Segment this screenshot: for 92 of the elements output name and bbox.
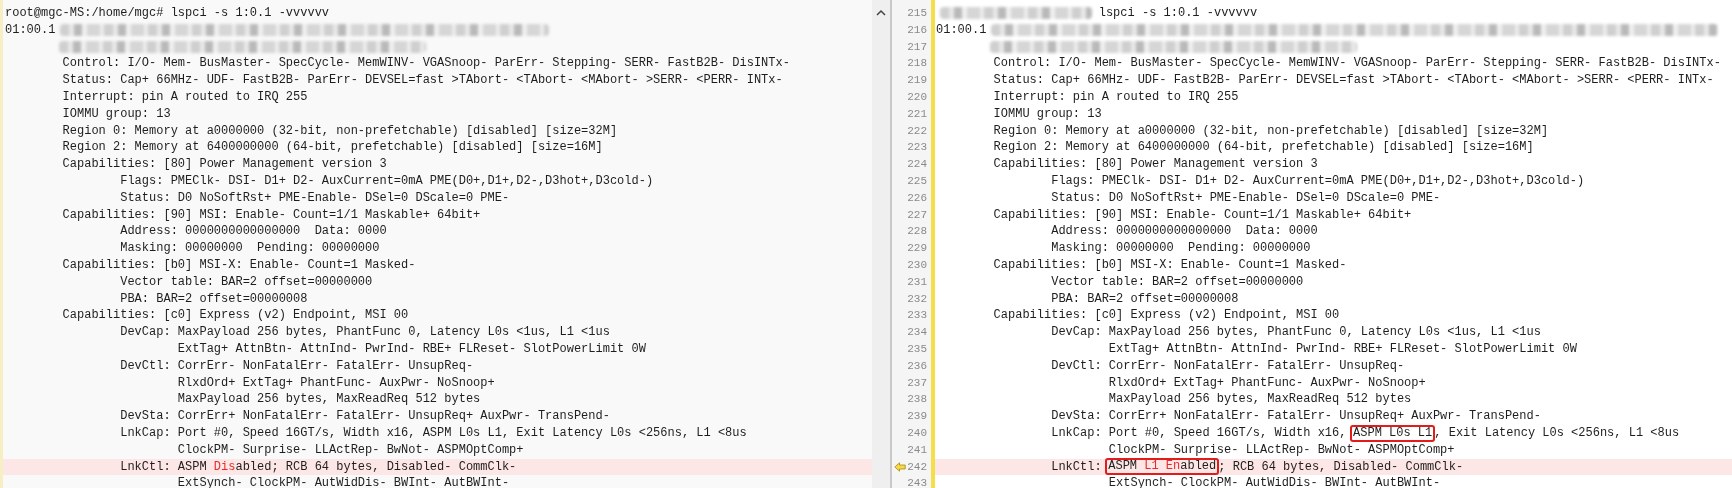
highlight-box: ASPM L1 Enabled <box>1105 458 1220 476</box>
line-number: 233 <box>907 308 927 324</box>
line-number: 232 <box>907 291 927 307</box>
code-line: Status: D0 NoSoftRst+ PME-Enable- DSel=0 DScale=0 PME- <box>1051 189 1441 207</box>
code-line: Capabilities: [b0] MSI-X: Enable- Count=1 Masked- <box>993 256 1347 274</box>
code-line: DevSta: CorrErr+ NonFatalErr- FatalErr- UnsupReq+ AuxPwr- TransPend- <box>1051 408 1541 425</box>
code-text: LnkCap: Port #0, Speed 16GT/s, Width x16, <box>1051 424 1347 442</box>
code-line: Status: Cap+ 66MHz- UDF- FastB2B- ParErr- DEVSEL=fast >TAbort- <TAbort- <MAbort- >SERR- <PERR- INTx- <box>62 72 783 89</box>
code-line: ExtSynch- ClockPM- AutWidDis- BWInt- AutBWInt- <box>177 475 510 488</box>
code-text: 01:00.1 <box>936 21 987 39</box>
code-line: MaxPayload 256 bytes, MaxReadReq 512 bytes <box>177 391 481 409</box>
code-line: Address: 0000000000000000 Data: 0000 <box>120 223 387 241</box>
code-line: DevSta: CorrErr+ NonFatalErr- FatalErr- UnsupReq+ AuxPwr- TransPend- <box>120 408 610 425</box>
line-number: 238 <box>907 392 927 408</box>
line-number: 243 <box>907 476 927 488</box>
code-line: Control: I/O- Mem- BusMaster- SpecCycle- MemWINV- VGASnoop- ParErr- Stepping- SERR- FastB2B- DisINTx- <box>993 55 1721 73</box>
line-number: 227 <box>907 207 927 223</box>
code-line: Masking: 00000000 Pending: 00000000 <box>120 240 380 257</box>
code-line: Status: Cap+ 66MHz- UDF- FastB2B- ParErr- DEVSEL=fast >TAbort- <TAbort- <MAbort- >SERR- <PERR- INTx- <box>993 72 1714 89</box>
line-number: 215 <box>907 6 927 21</box>
line-number: 235 <box>907 341 927 357</box>
line-number: 228 <box>907 224 927 240</box>
code-line: Interrupt: pin A routed to IRQ 255 <box>993 89 1239 106</box>
line-number: 218 <box>907 56 927 72</box>
code-line: Capabilities: [90] MSI: Enable- Count=1/1 Maskable+ 64bit+ <box>62 206 481 224</box>
code-line: Region 0: Memory at a0000000 (32-bit, non-prefetchable) [disabled] [size=32M] <box>62 122 618 140</box>
code-line: IOMMU group: 13 <box>62 105 171 123</box>
code-line: ExtSynch- ClockPM- AutWidDis- BWInt- AutBWInt- <box>1108 475 1441 488</box>
code-text: LnkCtl: <box>1051 458 1102 476</box>
changed-text: Dis <box>213 458 236 476</box>
code-text: LnkCtl: ASPM <box>120 458 207 476</box>
line-number: 230 <box>907 257 927 273</box>
code-line: Region 2: Memory at 6400000000 (64-bit, prefetchable) [disabled] [size=16M] <box>62 139 603 157</box>
line-number: 236 <box>907 358 927 374</box>
code-line: Region 2: Memory at 6400000000 (64-bit, prefetchable) [disabled] [size=16M] <box>993 139 1534 157</box>
code-line: ClockPM- Surprise- LLActRep- BwNot- ASPMOptComp+ <box>177 441 524 459</box>
highlight-box: ASPM L0s L1 <box>1350 424 1436 442</box>
code-line: Vector table: BAR=2 offset=00000000 <box>1051 273 1304 291</box>
line-number: 234 <box>907 325 927 341</box>
code-line: DevCtl: CorrErr- NonFatalErr- FatalErr- UnsupReq- <box>1051 357 1405 375</box>
code-line: Flags: PMEClk- DSI- D1+ D2- AuxCurrent=0mA PME(D0+,D1+,D2-,D3hot+,D3cold-) <box>120 172 654 190</box>
line-number: 222 <box>907 123 927 139</box>
code-line: Capabilities: [80] Power Management version 3 <box>62 156 387 173</box>
line-number: 241 <box>907 442 927 458</box>
code-text: lspci -s 1:0.1 -vvvvvv <box>1098 5 1258 22</box>
line-number: 223 <box>907 140 927 156</box>
code-line: ExtTag+ AttnBtn- AttnInd- PwrInd- RBE+ FLReset- SlotPowerLimit 0W <box>1108 340 1577 358</box>
code-text: abled; RCB 64 bytes, Disabled- CommClk- <box>235 458 517 476</box>
line-number: 231 <box>907 274 927 290</box>
line-number: 226 <box>907 190 927 206</box>
code-line: ExtTag+ AttnBtn- AttnInd- PwrInd- RBE+ FLReset- SlotPowerLimit 0W <box>177 340 646 358</box>
code-line: DevCap: MaxPayload 256 bytes, PhantFunc 0, Latency L0s <1us, L1 <1us <box>120 324 610 341</box>
line-number: 219 <box>907 73 927 89</box>
code-line: MaxPayload 256 bytes, MaxReadReq 512 bytes <box>1108 391 1412 409</box>
code-line: Capabilities: [90] MSI: Enable- Count=1/1 Maskable+ 64bit+ <box>993 206 1412 224</box>
code-line: Capabilities: [80] Power Management version 3 <box>993 156 1318 173</box>
code-line: Address: 0000000000000000 Data: 0000 <box>1051 223 1318 241</box>
code-line: PBA: BAR=2 offset=00000008 <box>1051 290 1239 308</box>
line-number: 224 <box>907 157 927 173</box>
code-line: ClockPM- Surprise- LLActRep- BwNot- ASPMOptComp+ <box>1108 441 1455 459</box>
code-line: Interrupt: pin A routed to IRQ 255 <box>62 89 308 106</box>
code-text: 01:00.1 <box>5 21 56 39</box>
code-line: LnkCap: Port #0, Speed 16GT/s, Width x16, ASPM L0s L1, Exit Latency L0s <256ns, L1 <8us <box>120 424 747 442</box>
code-line: Flags: PMEClk- DSI- D1+ D2- AuxCurrent=0mA PME(D0+,D1+,D2-,D3hot+,D3cold-) <box>1051 172 1585 190</box>
code-text: ; RCB 64 bytes, Disabled- CommClk- <box>1218 458 1464 476</box>
code-line: Capabilities: [c0] Express (v2) Endpoint, MSI 00 <box>62 307 409 325</box>
code-line: root@mgc-MS:/home/mgc# lspci -s 1:0.1 -vvvvvv <box>5 5 330 22</box>
code-text: , Exit Latency L0s <256ns, L1 <8us <box>1434 424 1680 442</box>
line-number: 217 <box>907 39 927 55</box>
code-line: RlxdOrd+ ExtTag+ PhantFunc- AuxPwr- NoSnoop+ <box>1108 374 1426 392</box>
line-number: 221 <box>907 106 927 122</box>
code-line: RlxdOrd+ ExtTag+ PhantFunc- AuxPwr- NoSnoop+ <box>177 374 495 392</box>
line-number: 225 <box>907 173 927 189</box>
code-line: Masking: 00000000 Pending: 00000000 <box>1051 240 1311 257</box>
code-line: Capabilities: [b0] MSI-X: Enable- Count=1 Masked- <box>62 256 416 274</box>
code-line: Status: D0 NoSoftRst+ PME-Enable- DSel=0 DScale=0 PME- <box>120 189 510 207</box>
code-line: PBA: BAR=2 offset=00000008 <box>120 290 308 308</box>
code-line: DevCtl: CorrErr- NonFatalErr- FatalErr- UnsupReq- <box>120 357 474 375</box>
line-number: 216 <box>907 22 927 38</box>
line-number: 240 <box>907 425 927 441</box>
line-number: 220 <box>907 90 927 105</box>
line-number: 242 <box>907 459 927 475</box>
code-line: Vector table: BAR=2 offset=00000000 <box>120 273 373 291</box>
code-line: Capabilities: [c0] Express (v2) Endpoint, MSI 00 <box>993 307 1340 325</box>
caret-icon[interactable] <box>876 9 886 16</box>
code-line: Region 0: Memory at a0000000 (32-bit, non-prefetchable) [disabled] [size=32M] <box>993 122 1549 140</box>
code-line: Control: I/O- Mem- BusMaster- SpecCycle- MemWINV- VGASnoop- ParErr- Stepping- SERR- FastB2B- DisINTx- <box>62 55 790 73</box>
line-number: 229 <box>907 241 927 257</box>
code-line: DevCap: MaxPayload 256 bytes, PhantFunc 0, Latency L0s <1us, L1 <1us <box>1051 324 1541 341</box>
line-number: 239 <box>907 409 927 425</box>
code-line: IOMMU group: 13 <box>993 105 1102 123</box>
line-number: 237 <box>907 375 927 391</box>
